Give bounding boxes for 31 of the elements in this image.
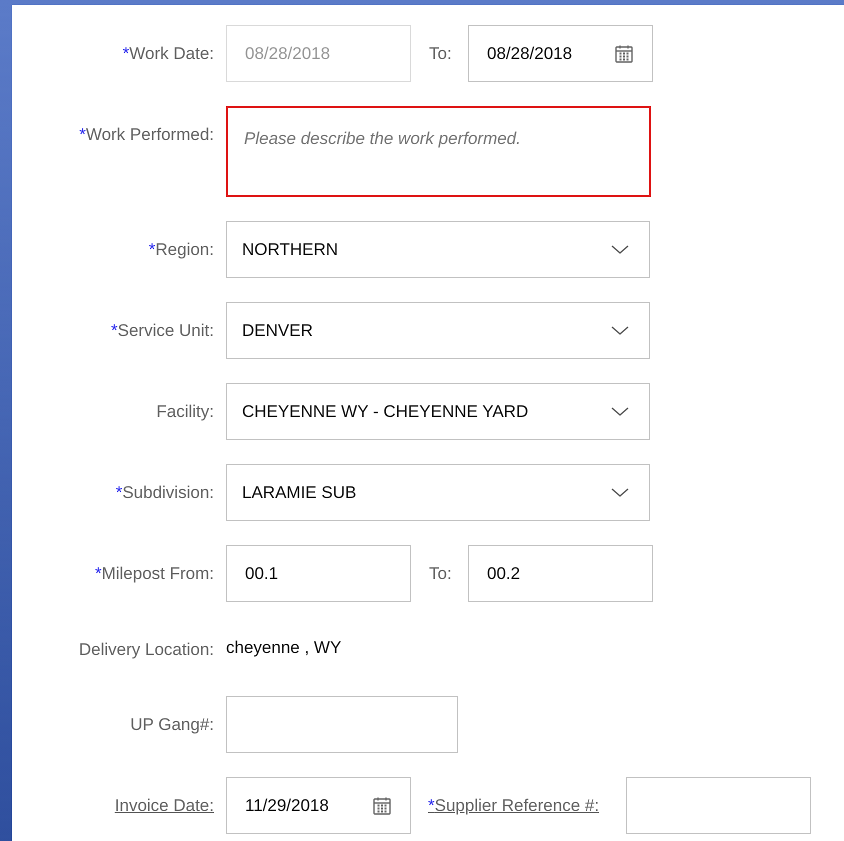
field-label: *Work Date: (122, 42, 214, 65)
input-field[interactable] (626, 777, 811, 834)
chevron-down-icon (611, 244, 629, 254)
field-label: Facility: (156, 400, 214, 423)
field-label: To: (429, 564, 452, 582)
input-field[interactable] (226, 696, 458, 753)
date-field[interactable]: 08/28/2018 (468, 25, 653, 82)
field-label: UP Gang#: (130, 714, 214, 736)
chevron-down-icon (611, 488, 629, 498)
dropdown[interactable]: DENVER (226, 302, 650, 359)
textarea-field[interactable]: Please describe the work performed. (226, 106, 651, 197)
calendar-icon[interactable] (372, 796, 392, 816)
dropdown[interactable]: CHEYENNE WY - CHEYENNE YARD (226, 383, 650, 440)
field-label-link[interactable]: Invoice Date: (114, 792, 214, 818)
location-text: cheyenne , WY (226, 637, 342, 660)
dropdown[interactable]: NORTHERN (226, 221, 650, 278)
date-field[interactable]: 11/29/2018 (226, 777, 411, 834)
field-label: *Region: (148, 238, 214, 261)
field-label: *Work Performed: (79, 124, 214, 146)
field-label: *Subdivision: (116, 482, 214, 504)
field-label: *Service Unit: (111, 320, 214, 342)
field-label: Delivery Location: (78, 639, 214, 662)
input-field[interactable]: 00.2 (468, 545, 653, 602)
field-label: To: (429, 44, 452, 62)
field-label-link[interactable]: *Supplier Reference #: (428, 796, 600, 814)
input-field[interactable]: 00.1 (226, 545, 411, 602)
chevron-down-icon (611, 326, 629, 336)
dropdown[interactable]: LARAMIE SUB (226, 464, 650, 521)
calendar-icon[interactable] (614, 44, 634, 64)
field-label: *Milepost From: (94, 562, 214, 585)
chevron-down-icon (611, 406, 629, 416)
